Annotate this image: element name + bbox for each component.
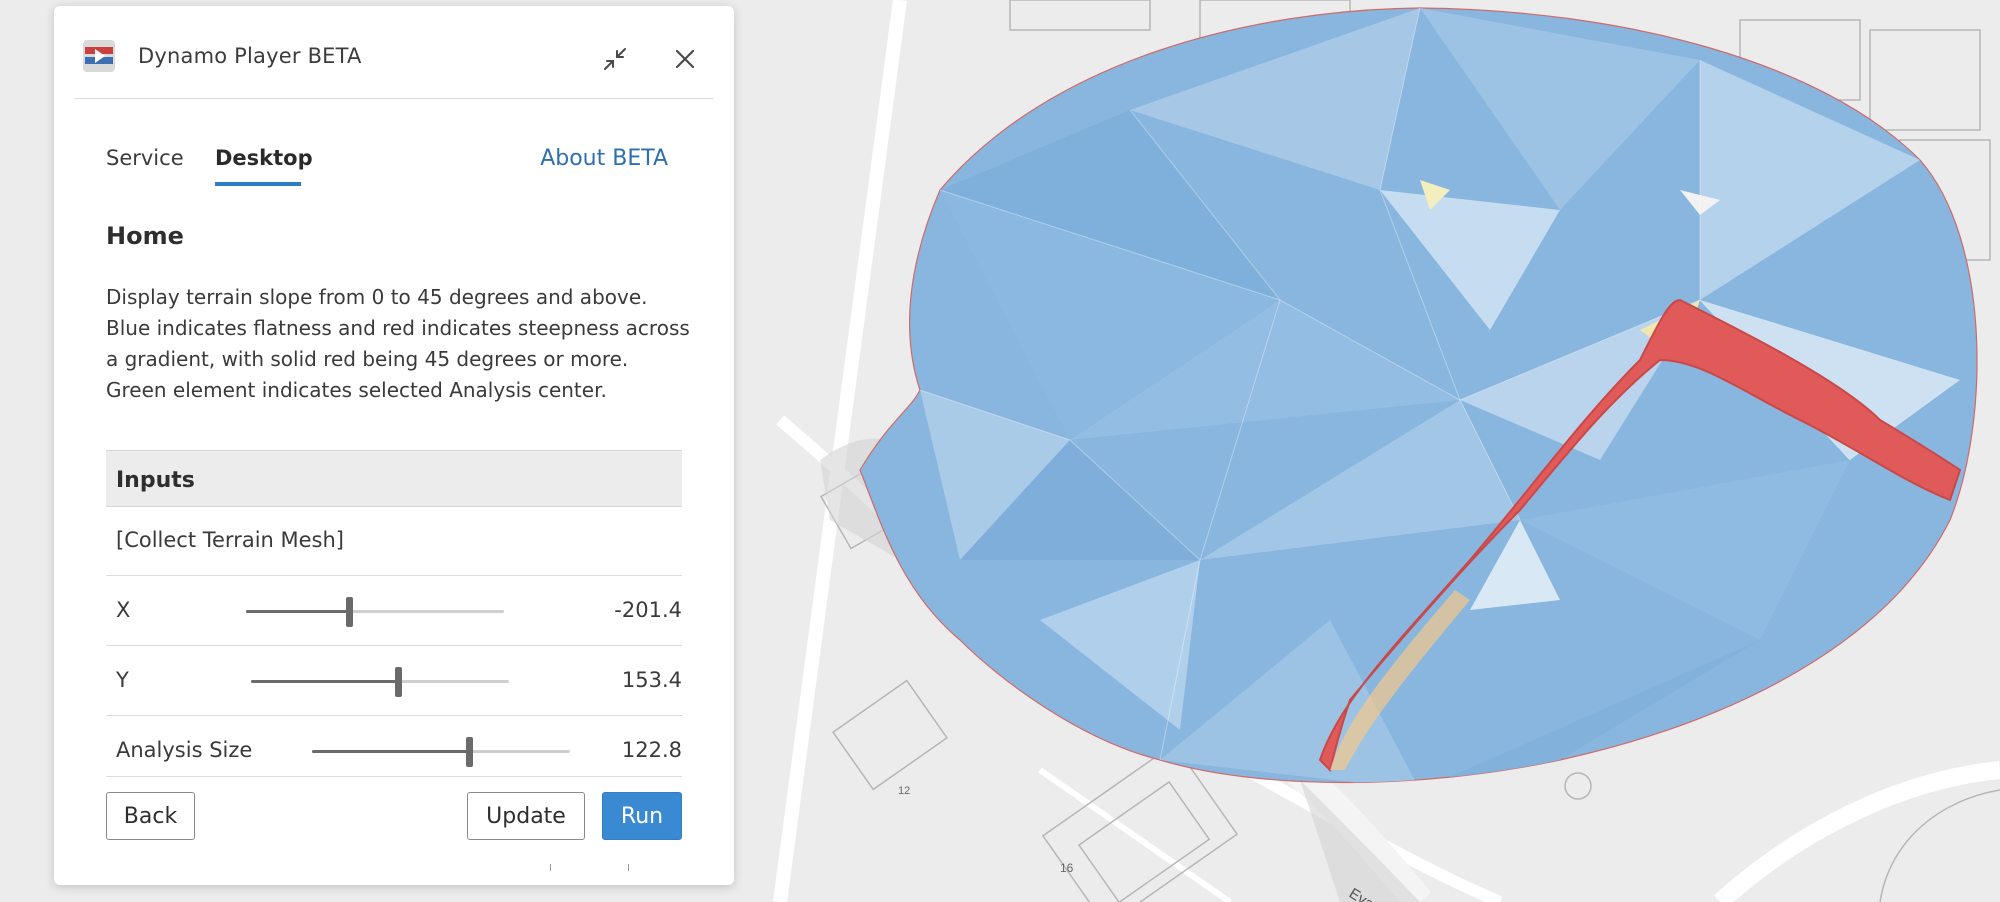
slider-label: X (116, 598, 131, 622)
slider-fill (251, 680, 399, 683)
collapse-icon[interactable] (598, 42, 632, 76)
active-tab-indicator (215, 182, 301, 186)
scroll-tick-mark (550, 864, 551, 871)
slider-value: 153.4 (621, 668, 682, 692)
dynamo-app-icon (83, 40, 115, 72)
slider-thumb[interactable] (346, 597, 354, 627)
section-title: Home (106, 222, 184, 250)
slider-thumb[interactable] (395, 667, 403, 697)
panel-header: Dynamo Player BETA (54, 6, 734, 98)
collect-terrain-label: [Collect Terrain Mesh] (116, 528, 344, 552)
slider-fill (312, 750, 470, 753)
tab-desktop[interactable]: Desktop (215, 146, 313, 170)
map-lot-label: 16 (1060, 861, 1074, 875)
dynamo-player-panel: Dynamo Player BETA Service Desktop About… (54, 6, 734, 885)
close-icon[interactable] (668, 42, 702, 76)
inputs-header: Inputs (106, 450, 682, 507)
slider-thumb[interactable] (466, 737, 474, 767)
x-slider[interactable] (246, 597, 504, 627)
scroll-tick-mark (628, 864, 629, 871)
slider-row-x: X -201.4 (106, 576, 682, 646)
header-divider (74, 98, 714, 99)
slider-value: -201.4 (614, 598, 682, 622)
run-button[interactable]: Run (602, 792, 682, 840)
slider-value: 122.8 (621, 738, 682, 762)
update-button[interactable]: Update (467, 792, 585, 840)
collect-terrain-row[interactable]: [Collect Terrain Mesh] (106, 506, 682, 576)
map-lot-label: 12 (898, 785, 910, 797)
slider-label: Analysis Size (116, 738, 253, 762)
inputs-header-label: Inputs (116, 468, 195, 493)
tab-service[interactable]: Service (106, 146, 184, 170)
slider-row-analysis-size: Analysis Size 122.8 (106, 716, 682, 777)
section-description: Display terrain slope from 0 to 45 degre… (106, 285, 690, 402)
slider-row-y: Y 153.4 (106, 646, 682, 716)
about-beta-link[interactable]: About BETA (540, 146, 668, 171)
y-slider[interactable] (251, 667, 509, 697)
analysis-size-slider[interactable] (312, 737, 570, 767)
window-title: Dynamo Player BETA (138, 44, 362, 68)
slider-label: Y (116, 668, 129, 692)
slider-fill (246, 610, 350, 613)
back-button[interactable]: Back (106, 792, 195, 840)
